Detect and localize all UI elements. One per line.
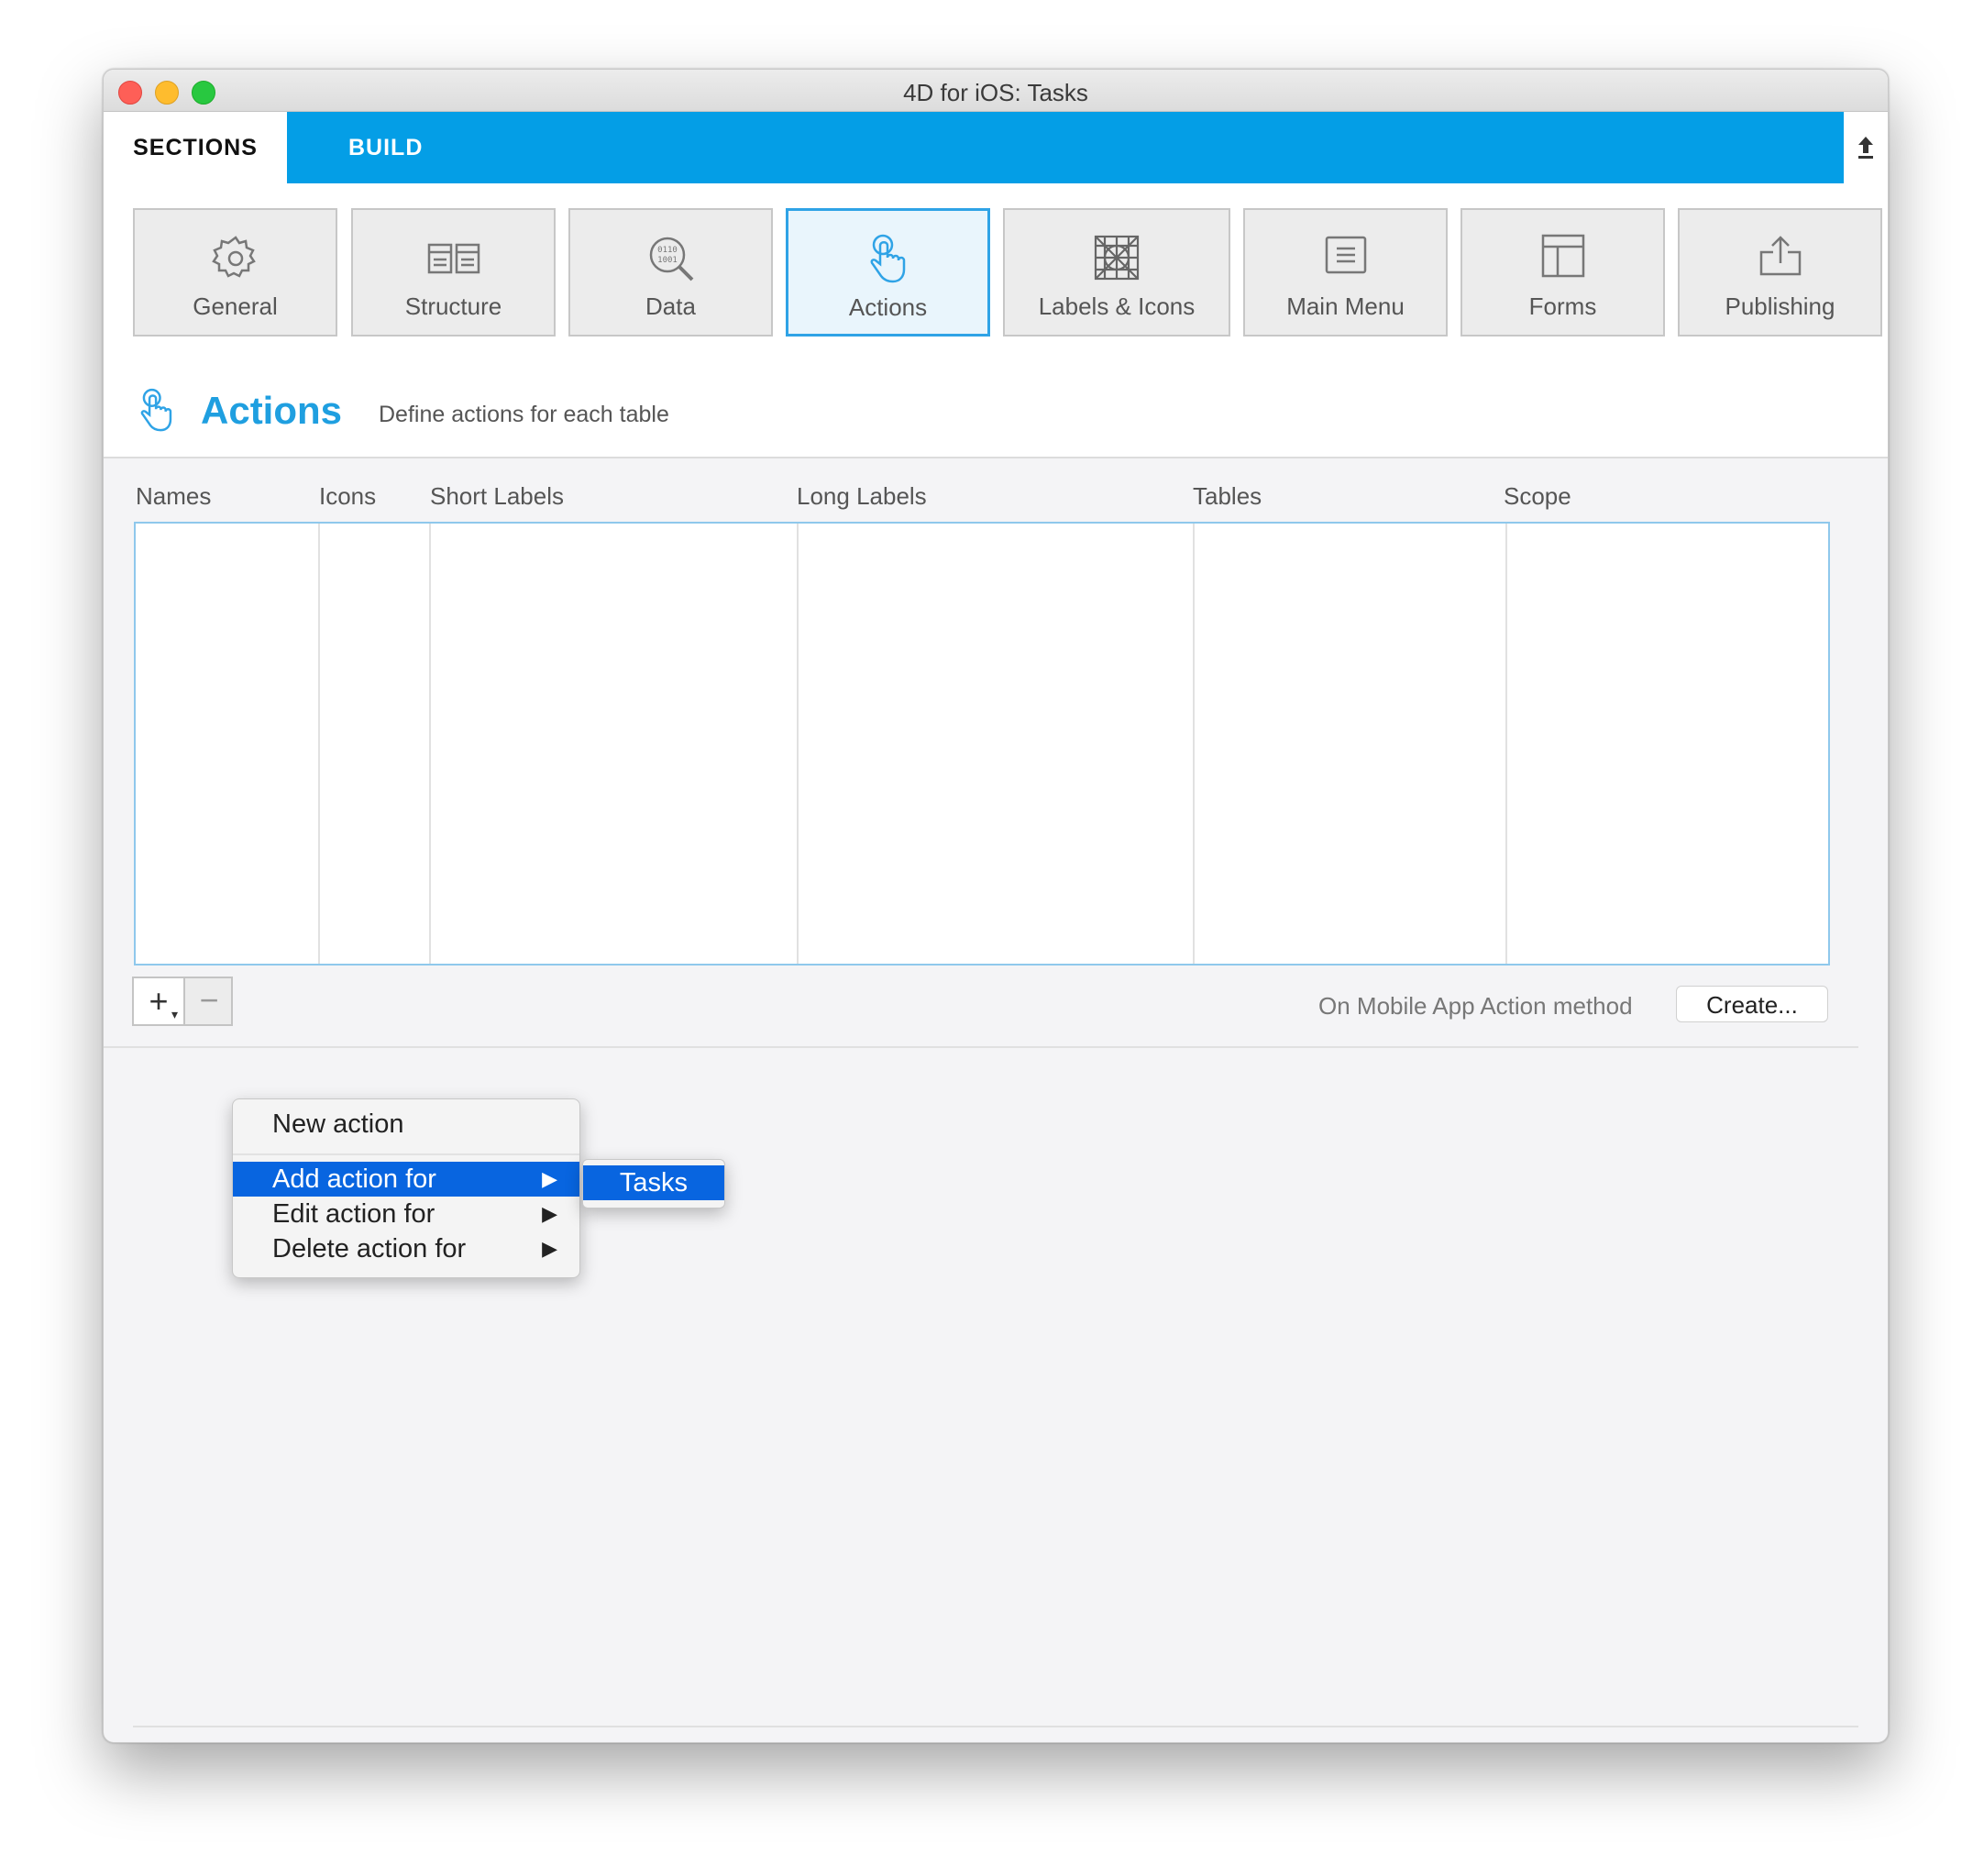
submenu-item-tasks[interactable]: Tasks — [583, 1165, 724, 1200]
column-header-scope[interactable]: Scope — [1504, 482, 1571, 511]
create-method-button[interactable]: Create... — [1676, 986, 1828, 1022]
column-divider — [797, 524, 799, 964]
gear-icon — [135, 232, 336, 285]
column-header-names[interactable]: Names — [136, 482, 211, 511]
svg-text:0110: 0110 — [657, 246, 678, 255]
column-header-tables[interactable]: Tables — [1193, 482, 1262, 511]
actions-table[interactable] — [134, 522, 1830, 966]
page-description: Define actions for each table — [379, 402, 669, 427]
section-label: Forms — [1528, 292, 1597, 320]
section-general-button[interactable]: General — [133, 208, 337, 337]
section-label: General — [193, 292, 278, 320]
column-divider — [1505, 524, 1507, 964]
share-upload-icon — [1680, 232, 1880, 285]
submenu-arrow-icon: ▶ — [542, 1237, 557, 1260]
submenu-arrow-icon: ▶ — [542, 1202, 557, 1225]
section-label: Structure — [404, 292, 502, 320]
labels-icon — [1005, 232, 1229, 285]
app-window: 4D for iOS: Tasks SECTIONS BUILD General — [103, 69, 1889, 1743]
section-header: Actions Define actions for each table — [104, 369, 1888, 458]
tab-build[interactable]: BUILD — [348, 112, 423, 183]
section-labels-icons-button[interactable]: Labels & Icons — [1003, 208, 1230, 337]
title-bar: 4D for iOS: Tasks — [104, 70, 1888, 112]
section-structure-button[interactable]: Structure — [351, 208, 556, 337]
touch-hand-icon — [788, 233, 987, 286]
menu-item-delete-action-for[interactable]: Delete action for ▶ — [233, 1231, 579, 1266]
column-header-long-labels[interactable]: Long Labels — [797, 482, 927, 511]
add-symbol: + — [149, 982, 169, 1020]
svg-text:1001: 1001 — [657, 256, 678, 265]
menu-item-edit-action-for[interactable]: Edit action for ▶ — [233, 1197, 579, 1231]
submenu-arrow-icon: ▶ — [542, 1167, 557, 1190]
tab-sections[interactable]: SECTIONS — [104, 112, 287, 183]
add-action-button[interactable]: + ▾ — [134, 978, 185, 1024]
section-actions-button[interactable]: Actions — [786, 208, 990, 337]
window-title: 4D for iOS: Tasks — [903, 79, 1088, 106]
tables-submenu: Tasks — [582, 1159, 725, 1208]
menu-divider — [233, 1153, 579, 1155]
upload-arrow-icon — [1858, 136, 1873, 159]
section-label: Actions — [848, 293, 928, 321]
add-action-menu: New action Add action for ▶ Edit action … — [232, 1098, 580, 1278]
section-publishing-button[interactable]: Publishing — [1678, 208, 1882, 337]
section-label: Labels & Icons — [1038, 292, 1196, 320]
menu-list-icon — [1245, 232, 1446, 285]
section-data-button[interactable]: 0110 1001 Data — [568, 208, 773, 337]
section-label: Publishing — [1725, 292, 1835, 320]
column-divider — [429, 524, 431, 964]
page-title: Actions — [201, 389, 343, 432]
touch-hand-icon — [137, 385, 177, 441]
column-divider — [318, 524, 320, 964]
column-divider — [1193, 524, 1195, 964]
section-label: Main Menu — [1286, 292, 1405, 320]
method-label: On Mobile App Action method — [1318, 992, 1633, 1020]
section-main-menu-button[interactable]: Main Menu — [1243, 208, 1448, 337]
forms-layout-icon — [1462, 232, 1663, 285]
caret-down-icon: ▾ — [171, 1007, 178, 1021]
divider — [104, 1046, 1858, 1048]
menu-item-add-action-for[interactable]: Add action for ▶ — [233, 1162, 579, 1197]
column-header-icons[interactable]: Icons — [319, 482, 376, 511]
data-search-icon: 0110 1001 — [570, 232, 771, 285]
remove-action-button[interactable]: − — [185, 978, 233, 1024]
section-label: Data — [645, 292, 696, 320]
tab-bar: SECTIONS BUILD — [104, 112, 1844, 183]
menu-item-new-action[interactable]: New action — [233, 1107, 579, 1142]
section-forms-button[interactable]: Forms — [1460, 208, 1665, 337]
structure-icon — [353, 232, 554, 285]
add-remove-control: + ▾ − — [132, 977, 233, 1026]
export-button[interactable] — [1844, 112, 1888, 183]
divider — [133, 1726, 1858, 1727]
column-header-short-labels[interactable]: Short Labels — [430, 482, 564, 511]
